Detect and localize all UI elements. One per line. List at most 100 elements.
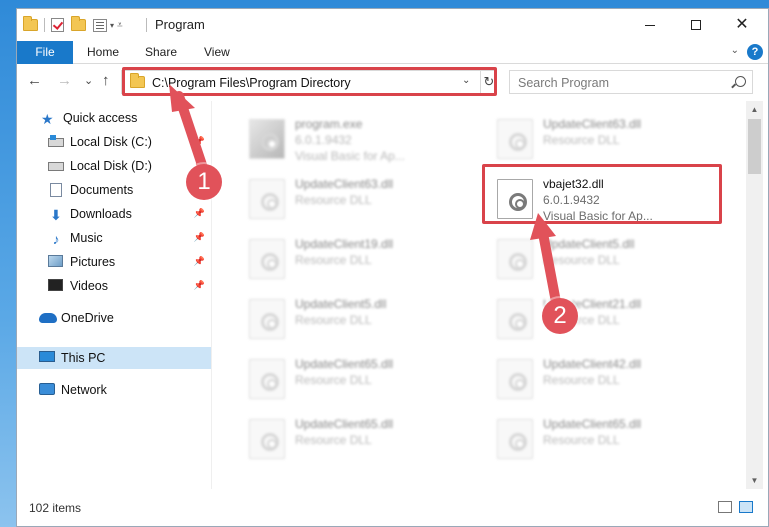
- sidebar-item-documents[interactable]: Documents 📌: [17, 179, 211, 201]
- tab-share[interactable]: Share: [145, 41, 177, 64]
- minimize-icon: [645, 24, 655, 26]
- search-input[interactable]: Search Program: [518, 76, 609, 90]
- file-name: UpdateClient63.dll: [295, 177, 394, 191]
- document-icon: [48, 183, 64, 197]
- expand-ribbon-icon[interactable]: ⌄: [731, 45, 739, 56]
- file-name: UpdateClient5.dll: [295, 297, 387, 311]
- ribbon-tabs: File Home Share View ⌄ ?: [17, 41, 768, 64]
- sidebar-item-this-pc[interactable]: This PC: [17, 347, 211, 369]
- sidebar-item-pictures[interactable]: Pictures 📌: [17, 251, 211, 273]
- step-marker-2: 2: [542, 298, 578, 334]
- minimize-button[interactable]: [627, 9, 673, 41]
- list-item[interactable]: UpdateClient5.dll Resource DLL: [241, 291, 481, 345]
- file-name: UpdateClient5.dll: [543, 237, 635, 251]
- dll-file-icon: [249, 419, 285, 459]
- sidebar-item-videos[interactable]: Videos 📌: [17, 275, 211, 297]
- sidebar-item-label: OneDrive: [61, 311, 114, 325]
- scroll-up-icon[interactable]: ▲: [746, 101, 763, 118]
- list-item[interactable]: UpdateClient19.dll Resource DLL: [241, 231, 481, 285]
- sidebar-item-label: Music: [70, 231, 103, 245]
- sidebar-item-downloads[interactable]: ⬇ Downloads 📌: [17, 203, 211, 225]
- file-detail: Resource DLL: [543, 133, 620, 147]
- network-icon: [39, 383, 55, 397]
- file-detail: Resource DLL: [543, 433, 620, 447]
- sidebar-item-label: Videos: [70, 279, 108, 293]
- search-box[interactable]: Search Program: [509, 70, 753, 94]
- sidebar-item-local-disk-d[interactable]: Local Disk (D:) 📌: [17, 155, 211, 177]
- chevron-down-icon[interactable]: ▾: [110, 21, 114, 30]
- details-view-icon[interactable]: [718, 501, 732, 513]
- file-list: program.exe 6.0.1.9432 Visual Basic for …: [231, 101, 745, 489]
- toolbar-divider: [44, 18, 45, 32]
- file-detail: Resource DLL: [295, 193, 372, 207]
- list-item[interactable]: UpdateClient5.dll Resource DLL: [489, 231, 729, 285]
- list-item[interactable]: UpdateClient65.dll Resource DLL: [489, 411, 729, 465]
- file-detail: Resource DLL: [543, 253, 620, 267]
- up-button[interactable]: ↑: [102, 73, 110, 89]
- list-item[interactable]: UpdateClient21.dll Resource DLL: [489, 291, 729, 345]
- computer-icon: [39, 351, 55, 365]
- checkbox-properties-icon[interactable]: [51, 18, 64, 32]
- exe-file-icon: [249, 119, 285, 159]
- list-item[interactable]: UpdateClient42.dll Resource DLL: [489, 351, 729, 405]
- properties-icon[interactable]: [93, 18, 107, 32]
- tab-view[interactable]: View: [204, 41, 230, 64]
- search-icon: [735, 76, 746, 87]
- sidebar-item-label: Network: [61, 383, 107, 397]
- address-bar-highlight: [122, 67, 497, 96]
- list-item[interactable]: UpdateClient65.dll Resource DLL: [241, 351, 481, 405]
- title-bar: ▾ ⩡ Program ✕: [17, 9, 768, 41]
- file-detail: Resource DLL: [295, 433, 372, 447]
- file-detail: Resource DLL: [543, 373, 620, 387]
- file-name: program.exe: [295, 117, 363, 131]
- dll-file-icon: [249, 179, 285, 219]
- pin-icon: 📌: [193, 232, 205, 242]
- scroll-down-icon[interactable]: ▼: [746, 472, 763, 489]
- help-icon[interactable]: ?: [747, 44, 763, 60]
- step-marker-1: 1: [186, 164, 222, 200]
- file-name: UpdateClient63.dll: [543, 117, 642, 131]
- sidebar-item-quick-access[interactable]: ★ Quick access: [17, 107, 211, 129]
- navigation-pane: ★ Quick access Local Disk (C:) 📌 Local D…: [17, 101, 211, 489]
- customize-toolbar-icon[interactable]: ⩡: [117, 20, 123, 31]
- maximize-button[interactable]: [673, 9, 719, 41]
- item-count: 102 items: [29, 501, 82, 515]
- pin-icon: 📌: [193, 208, 205, 218]
- vertical-scrollbar[interactable]: ▲ ▼: [746, 101, 763, 489]
- file-detail: Resource DLL: [295, 313, 372, 327]
- tab-file[interactable]: File: [17, 41, 73, 64]
- list-item[interactable]: UpdateClient63.dll Resource DLL: [489, 111, 729, 165]
- back-button[interactable]: ←: [27, 73, 42, 89]
- file-name: UpdateClient65.dll: [295, 417, 394, 431]
- dll-file-icon: [249, 239, 285, 279]
- list-item[interactable]: UpdateClient63.dll Resource DLL: [241, 171, 481, 225]
- file-highlight: [482, 164, 722, 224]
- sidebar-item-local-disk-c[interactable]: Local Disk (C:) 📌: [17, 131, 211, 153]
- sidebar-item-onedrive[interactable]: OneDrive: [17, 307, 211, 329]
- list-item[interactable]: program.exe 6.0.1.9432 Visual Basic for …: [241, 111, 481, 165]
- file-description: Visual Basic for Ap...: [295, 149, 405, 163]
- new-folder-icon[interactable]: [71, 16, 86, 31]
- tab-home[interactable]: Home: [87, 41, 119, 64]
- sidebar-item-label: Local Disk (C:): [70, 135, 152, 149]
- sidebar-item-label: This PC: [61, 351, 106, 365]
- pictures-icon: [48, 255, 64, 269]
- recent-locations-button[interactable]: ⌄: [84, 73, 93, 89]
- pane-divider[interactable]: [211, 101, 212, 489]
- dll-file-icon: [497, 419, 533, 459]
- close-button[interactable]: ✕: [719, 9, 765, 41]
- sidebar-item-label: Local Disk (D:): [70, 159, 152, 173]
- pin-icon: 📌: [193, 256, 205, 266]
- scroll-thumb[interactable]: [748, 119, 761, 174]
- pin-icon: 📌: [193, 280, 205, 290]
- sidebar-item-music[interactable]: ♪ Music 📌: [17, 227, 211, 249]
- list-item[interactable]: UpdateClient65.dll Resource DLL: [241, 411, 481, 465]
- sidebar-item-network[interactable]: Network: [17, 379, 211, 401]
- close-icon: ✕: [735, 16, 749, 33]
- forward-button[interactable]: →: [57, 73, 72, 89]
- file-detail: Resource DLL: [295, 373, 372, 387]
- dll-file-icon: [497, 119, 533, 159]
- download-icon: ⬇: [50, 207, 62, 223]
- large-icons-view-icon[interactable]: [739, 501, 753, 513]
- video-icon: [48, 279, 64, 293]
